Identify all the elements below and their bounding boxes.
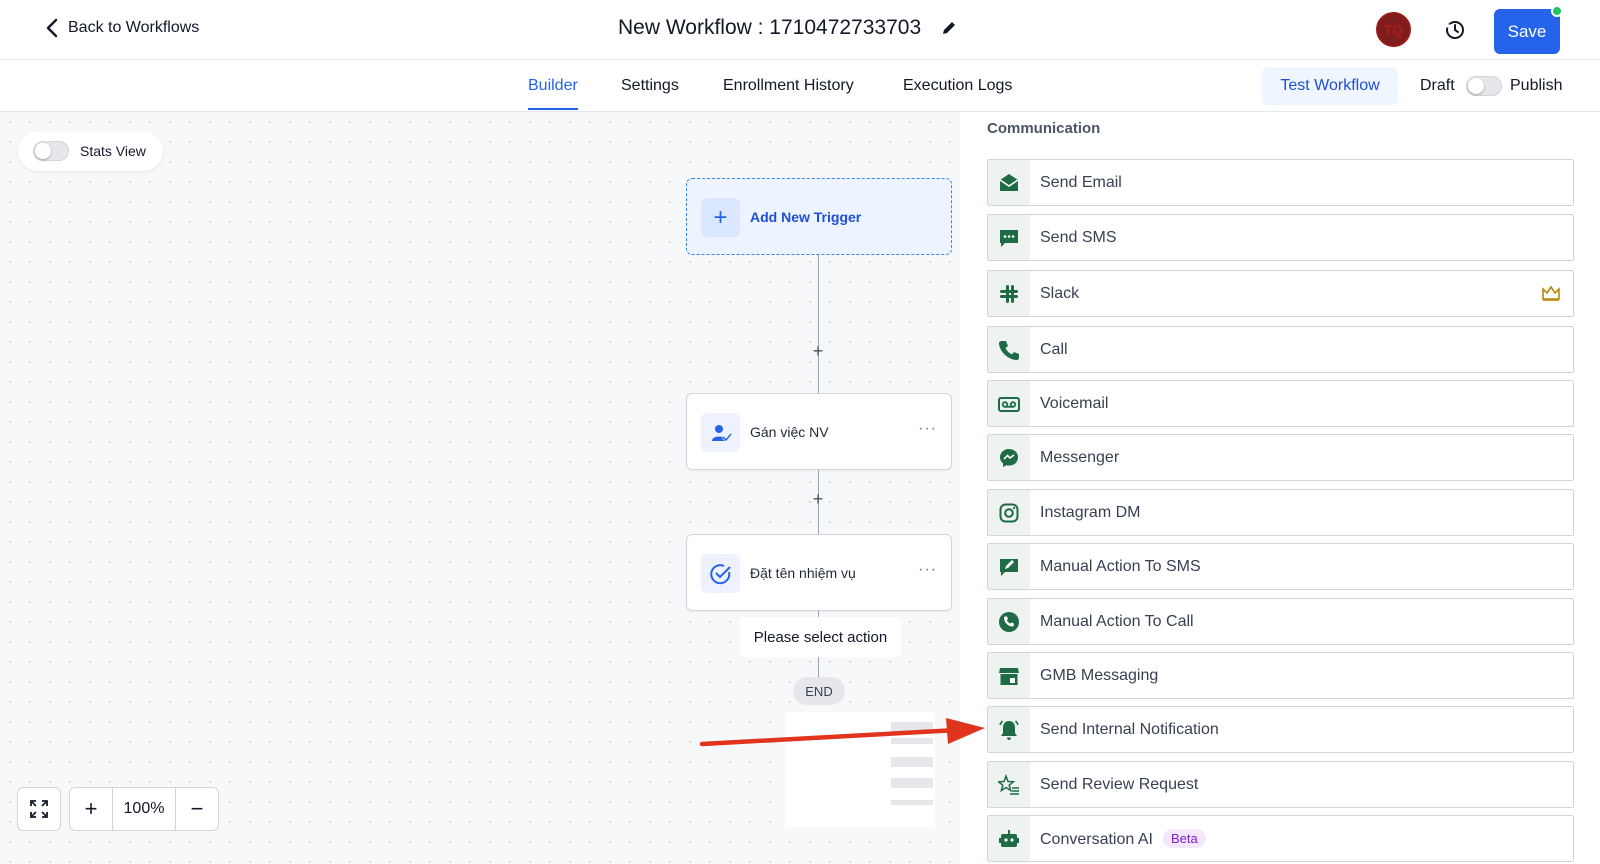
minimap-node [891,778,933,788]
action-item-conversation-ai[interactable]: Conversation AI Beta [987,815,1574,862]
minimap-node [891,800,933,805]
bell-icon [988,707,1030,752]
crown-icon [1542,285,1560,301]
workflow-title: New Workflow : 1710472733703 [618,16,957,40]
action-item-send-review-request[interactable]: Send Review Request [987,761,1574,808]
beta-badge: Beta [1162,829,1206,848]
back-label: Back to Workflows [68,19,200,36]
action-node[interactable]: Gán việc NV ··· [686,393,952,470]
annotation-arrow-icon [700,718,985,747]
action-item-send-sms[interactable]: Send SMS [987,214,1574,261]
zoom-in-button[interactable]: + [69,787,113,831]
stats-view-label: Stats View [80,143,146,159]
action-label: Đặt tên nhiệm vụ [750,565,856,581]
action-item-send-email[interactable]: Send Email [987,159,1574,206]
expand-icon [30,800,48,818]
action-item-label: Manual Action To SMS [1040,558,1201,575]
stats-view-control: Stats View [18,131,163,171]
add-step-plus-icon[interactable]: + [811,341,825,362]
sms-icon [988,215,1030,260]
zoom-out-button[interactable]: − [175,787,219,831]
manual-sms-icon [988,544,1030,589]
messenger-icon [988,435,1030,480]
tab-settings[interactable]: Settings [621,77,679,95]
robot-icon [988,816,1030,861]
trigger-label: Add New Trigger [750,209,862,225]
tab-execution-logs[interactable]: Execution Logs [903,77,1012,95]
action-item-manual-action-to-call[interactable]: Manual Action To Call [987,598,1574,645]
more-options-icon[interactable]: ··· [918,420,937,438]
test-workflow-button[interactable]: Test Workflow [1262,67,1398,105]
email-icon [988,160,1030,205]
add-trigger-node[interactable]: + Add New Trigger [686,178,952,255]
action-item-label: Send Review Request [1040,776,1199,793]
manual-call-icon [988,599,1030,644]
action-item-instagram-dm[interactable]: Instagram DM [987,489,1574,536]
action-item-label: Manual Action To Call [1040,613,1194,630]
action-item-voicemail[interactable]: Voicemail [987,380,1574,427]
plus-icon: + [701,198,740,237]
user-check-icon [701,413,740,452]
more-options-icon[interactable]: ··· [918,561,937,579]
gmb-icon [988,653,1030,698]
action-item-send-internal-notification[interactable]: Send Internal Notification [987,706,1574,753]
avatar[interactable]: TQ [1376,12,1411,47]
action-item-label: Call [1040,341,1068,358]
publish-label: Publish [1510,77,1563,94]
publish-toggle[interactable] [1466,76,1502,96]
history-icon[interactable] [1443,18,1467,42]
stats-view-toggle[interactable] [33,141,69,161]
workflow-title-text: New Workflow : 1710472733703 [618,16,922,39]
action-item-label: Send SMS [1040,229,1117,246]
action-item-label: GMB Messaging [1040,667,1159,684]
select-action-prompt[interactable]: Please select action [740,617,901,657]
action-item-label-text: Conversation AI [1040,831,1153,848]
action-item-label: Instagram DM [1040,504,1141,521]
instagram-icon [988,490,1030,535]
back-to-workflows-link[interactable]: Back to Workflows [44,18,199,38]
slack-icon [988,271,1030,316]
action-item-gmb-messaging[interactable]: GMB Messaging [987,652,1574,699]
action-item-call[interactable]: Call [987,326,1574,373]
voicemail-icon [988,381,1030,426]
tab-builder[interactable]: Builder [528,77,578,110]
action-item-messenger[interactable]: Messenger [987,434,1574,481]
action-item-label: Voicemail [1040,395,1109,412]
action-item-manual-action-to-sms[interactable]: Manual Action To SMS [987,543,1574,590]
actions-panel: Communication Send Email Send SMS Slack … [960,112,1600,864]
action-label: Gán việc NV [750,424,829,440]
add-step-plus-icon[interactable]: + [811,489,825,510]
zoom-controls: + 100% − [17,787,219,831]
tabs-bar: Builder Settings Enrollment History Exec… [0,60,1600,112]
fit-view-button[interactable] [17,787,61,831]
section-title: Communication [987,120,1101,137]
phone-icon [988,327,1030,372]
save-button[interactable]: Save [1494,9,1560,54]
action-item-label: Send Email [1040,174,1122,191]
star-list-icon [988,762,1030,807]
end-node: END [793,677,845,705]
top-header: Back to Workflows New Workflow : 1710472… [0,0,1600,60]
pencil-icon[interactable] [941,20,957,36]
action-item-label: Slack [1040,285,1080,302]
action-item-label: Messenger [1040,449,1120,466]
action-node[interactable]: Đặt tên nhiệm vụ ··· [686,534,952,611]
task-check-icon [701,554,740,593]
action-item-slack[interactable]: Slack [987,270,1574,317]
chevron-left-icon [46,18,58,38]
status-dot [1551,5,1563,17]
draft-label: Draft [1420,77,1455,94]
action-item-label: Send Internal Notification [1040,721,1219,738]
tab-enrollment-history[interactable]: Enrollment History [723,77,854,95]
zoom-level: 100% [113,787,175,831]
action-item-label: Conversation AI Beta [1040,829,1206,849]
